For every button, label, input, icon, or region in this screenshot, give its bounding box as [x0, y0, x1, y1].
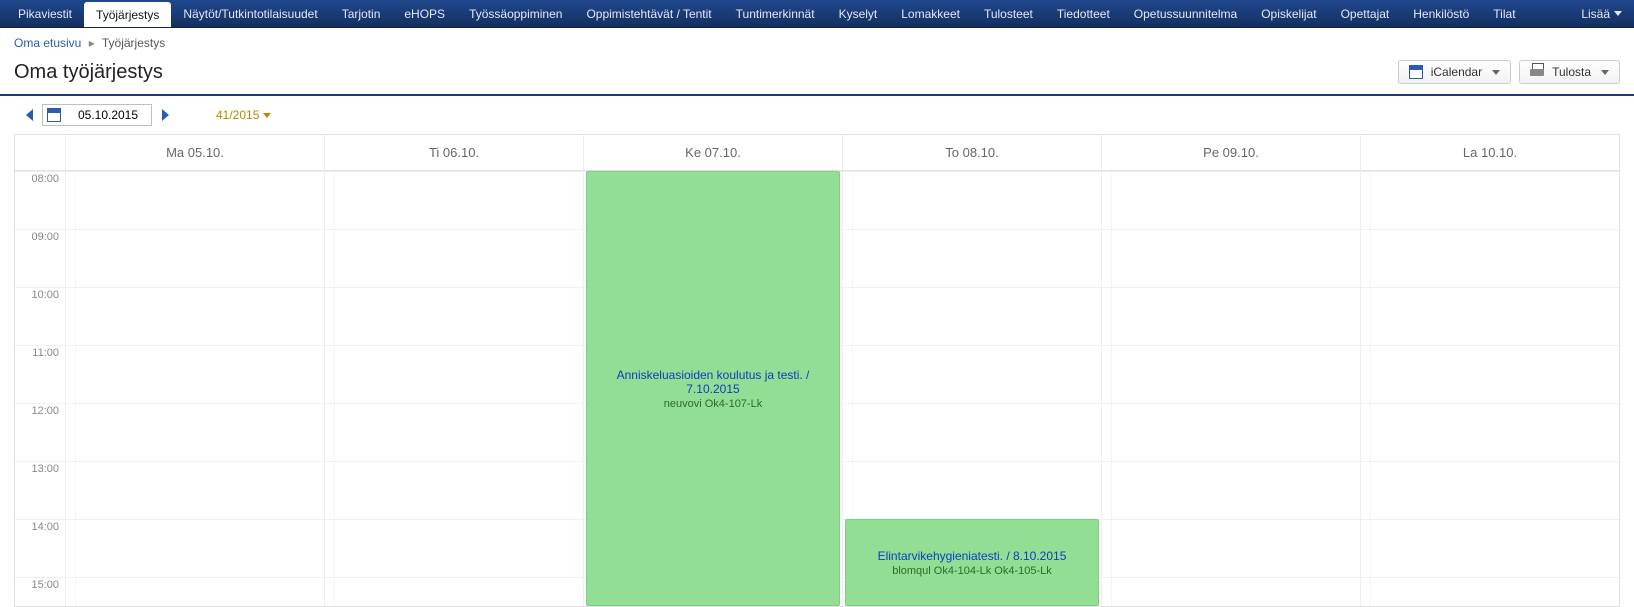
nav-item-tiedotteet[interactable]: Tiedotteet [1045, 0, 1122, 27]
calendar-icon [1409, 65, 1423, 79]
day-column[interactable]: Elintarvikehygieniatesti. / 8.10.2015 blo… [842, 171, 1101, 606]
event-title[interactable]: Elintarvikehygieniatesti. / 8.10.2015 [852, 549, 1092, 563]
date-input[interactable] [65, 105, 151, 125]
icalendar-button[interactable]: iCalendar [1398, 60, 1511, 84]
nav-item-tarjotin[interactable]: Tarjotin [330, 0, 393, 27]
breadcrumb-current: Työjärjestys [102, 36, 165, 50]
chevron-down-icon [263, 113, 271, 118]
nav-more[interactable]: Lisää [1569, 0, 1634, 27]
week-label-text: 41/2015 [216, 108, 259, 122]
calendar-event[interactable]: Elintarvikehygieniatesti. / 8.10.2015 blo… [845, 519, 1099, 606]
hour-label: 15:00 [31, 579, 59, 591]
day-header: Ti 06.10. [324, 135, 583, 171]
day-column[interactable] [1360, 171, 1619, 606]
prev-week-button[interactable] [22, 108, 36, 122]
print-icon [1530, 66, 1544, 78]
nav-item-henkil-st-[interactable]: Henkilöstö [1401, 0, 1481, 27]
nav-item-opettajat[interactable]: Opettajat [1329, 0, 1402, 27]
icalendar-label: iCalendar [1431, 65, 1482, 79]
day-column[interactable] [324, 171, 583, 606]
hour-label: 10:00 [31, 289, 59, 301]
day-header: To 08.10. [842, 135, 1101, 171]
day-column[interactable]: Anniskeluasioiden koulutus ja testi. / 7… [583, 171, 842, 606]
hour-label: 12:00 [31, 405, 59, 417]
calendar-icon [47, 108, 61, 122]
day-header: Pe 09.10. [1101, 135, 1360, 171]
nav-item-ehops[interactable]: eHOPS [392, 0, 457, 27]
calendar-event[interactable]: Anniskeluasioiden koulutus ja testi. / 7… [586, 171, 840, 606]
nav-item-oppimisteht-v-t-tentit[interactable]: Oppimistehtävät / Tentit [574, 0, 723, 27]
nav-more-label: Lisää [1581, 0, 1610, 28]
nav-item-kyselyt[interactable]: Kyselyt [827, 0, 890, 27]
next-week-button[interactable] [158, 108, 172, 122]
day-header: Ke 07.10. [583, 135, 842, 171]
chevron-down-icon [1601, 70, 1609, 75]
nav-item-ty-j-rjestys[interactable]: Työjärjestys [84, 2, 171, 27]
nav-item-ty-ss-oppiminen[interactable]: Työssäoppiminen [457, 0, 574, 27]
hour-label: 14:00 [31, 521, 59, 533]
triangle-left-icon [26, 109, 33, 121]
chevron-down-icon [1614, 11, 1622, 16]
day-header: Ma 05.10. [65, 135, 324, 171]
hour-label: 11:00 [32, 347, 59, 359]
print-label: Tulosta [1552, 65, 1591, 79]
chevron-down-icon [1492, 70, 1500, 75]
title-bar: Oma työjärjestys iCalendar Tulosta [0, 58, 1634, 96]
day-header: La 10.10. [1360, 135, 1619, 171]
hour-label: 08:00 [31, 173, 59, 185]
time-column: 08:00 09:00 10:00 11:00 12:00 13:00 14:00 15:00 [15, 171, 65, 606]
day-column[interactable] [1101, 171, 1360, 606]
event-title[interactable]: Anniskeluasioiden koulutus ja testi. / 7… [593, 368, 833, 396]
breadcrumb-root[interactable]: Oma etusivu [14, 36, 81, 50]
page-title: Oma työjärjestys [14, 61, 1390, 84]
nav-item-n-yt-t-tutkintotilaisuudet[interactable]: Näytöt/Tutkintotilaisuudet [171, 0, 329, 27]
week-selector[interactable]: 41/2015 [216, 108, 271, 122]
nav-item-tuntimerkinn-t[interactable]: Tuntimerkinnät [724, 0, 827, 27]
event-subtext: neuvovi Ok4-107-Lk [593, 398, 833, 410]
top-nav: PikaviestitTyöjärjestysNäytöt/Tutkintoti… [0, 0, 1634, 28]
triangle-right-icon [162, 109, 169, 121]
calendar: Ma 05.10.Ti 06.10.Ke 07.10.To 08.10.Pe 0… [0, 134, 1634, 607]
date-picker[interactable] [42, 104, 152, 126]
nav-item-opiskelijat[interactable]: Opiskelijat [1249, 0, 1328, 27]
print-button[interactable]: Tulosta [1519, 60, 1620, 84]
nav-item-opetussuunnitelma[interactable]: Opetussuunnitelma [1122, 0, 1249, 27]
hour-label: 13:00 [31, 463, 59, 475]
day-column[interactable] [65, 171, 324, 606]
date-control-row: 41/2015 [0, 96, 1634, 134]
event-subtext: blomqul Ok4-104-Lk Ok4-105-Lk [852, 565, 1092, 577]
nav-item-tulosteet[interactable]: Tulosteet [972, 0, 1045, 27]
nav-item-tilat[interactable]: Tilat [1481, 0, 1527, 27]
breadcrumb-separator: ▸ [89, 36, 95, 50]
breadcrumb: Oma etusivu ▸ Työjärjestys [0, 28, 1634, 58]
hour-label: 09:00 [31, 231, 59, 243]
nav-item-lomakkeet[interactable]: Lomakkeet [889, 0, 972, 27]
nav-item-pikaviestit[interactable]: Pikaviestit [6, 0, 84, 27]
